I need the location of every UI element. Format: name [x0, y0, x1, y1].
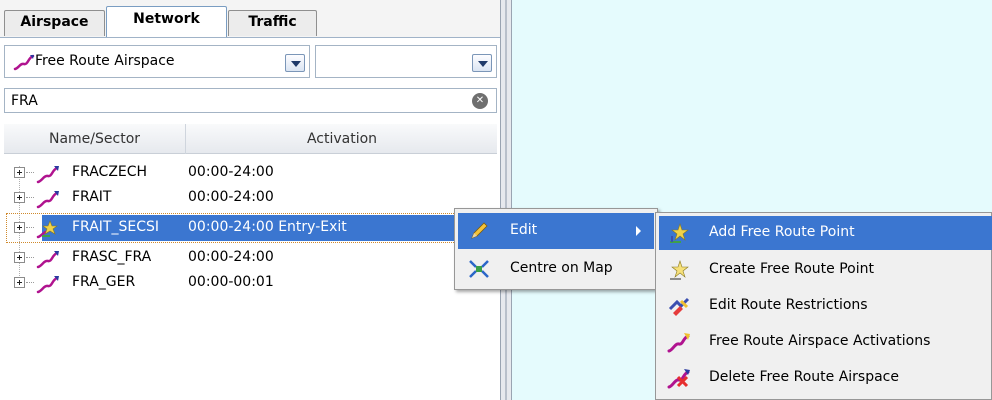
tab-strip: Airspace Network Traffic [0, 0, 502, 38]
menu-item-label: Edit [510, 222, 538, 238]
free-route-airspace-icon [36, 251, 59, 269]
menu-item-label: Edit Route Restrictions [709, 297, 868, 313]
secondary-filter-dropdown[interactable] [315, 45, 497, 78]
grid-header: Name/Sector Activation [4, 124, 497, 154]
tree-connector [26, 227, 34, 228]
expand-icon[interactable] [14, 167, 25, 178]
free-route-airspace-icon [667, 333, 690, 353]
menu-item-centre-on-map[interactable]: Centre on Map [458, 251, 654, 287]
menu-item-label: Centre on Map [510, 260, 613, 276]
row-name: FRAIT_SECSI [72, 219, 159, 235]
column-header-name[interactable]: Name/Sector [4, 124, 186, 154]
expand-icon[interactable] [14, 252, 25, 263]
row-name: FRA_GER [72, 274, 136, 290]
row-activation: 00:00-24:00 [188, 164, 274, 180]
airspace-explorer-panel: Airspace Network Traffic Free Route Airs… [0, 0, 502, 400]
free-route-airspace-icon [36, 166, 59, 184]
row-name: FRAIT [72, 189, 112, 205]
tab-traffic[interactable]: Traffic [228, 10, 317, 36]
tree-connector [26, 172, 34, 173]
menu-item-edit-route-restrictions[interactable]: Edit Route Restrictions [659, 289, 992, 323]
column-header-activation[interactable]: Activation [187, 124, 497, 154]
menu-item-edit[interactable]: Edit [458, 213, 654, 249]
menu-item-free-route-airspace-activations[interactable]: Free Route Airspace Activations [659, 325, 992, 359]
tab-strip-divider [0, 37, 502, 38]
menu-item-label: Free Route Airspace Activations [709, 333, 931, 349]
row-activation: 00:00-24:00 [188, 189, 274, 205]
tree-connector [26, 197, 34, 198]
row-activation: 00:00-24:00 Entry-Exit [188, 219, 347, 235]
search-input[interactable] [11, 91, 451, 111]
chevron-down-icon[interactable] [285, 54, 305, 72]
panel-splitter[interactable] [500, 0, 512, 400]
menu-item-label: Delete Free Route Airspace [709, 369, 899, 385]
tree-row[interactable]: FRA_GER 00:00-00:01 [14, 272, 454, 294]
expand-icon[interactable] [14, 277, 25, 288]
submenu-arrow-icon [636, 226, 641, 236]
centre-map-icon [469, 260, 489, 278]
menu-item-add-free-route-point[interactable]: Add Free Route Point [659, 216, 992, 250]
menu-item-delete-free-route-airspace[interactable]: Delete Free Route Airspace [659, 361, 992, 395]
row-activation: 00:00-00:01 [188, 274, 274, 290]
menu-item-label: Create Free Route Point [709, 261, 874, 277]
tree-row-selected[interactable]: FRAIT_SECSI 00:00-24:00 Entry-Exit [14, 217, 454, 239]
context-menu: Edit Centre on Map [454, 208, 658, 290]
airspace-type-dropdown[interactable]: Free Route Airspace [4, 45, 310, 78]
clear-search-icon[interactable]: ✕ [472, 93, 488, 109]
free-route-airspace-icon [36, 276, 59, 294]
tab-airspace[interactable]: Airspace [4, 10, 105, 36]
search-field: ✕ [4, 88, 497, 113]
create-point-icon [670, 260, 689, 280]
tree-connector [26, 257, 34, 258]
free-route-point-icon [36, 220, 58, 239]
row-name: FRACZECH [72, 164, 148, 180]
pencil-icon [471, 222, 488, 239]
menu-item-create-free-route-point[interactable]: Create Free Route Point [659, 253, 992, 287]
row-activation: 00:00-24:00 [188, 249, 274, 265]
tree-row[interactable]: FRAIT 00:00-24:00 [14, 187, 454, 209]
airspace-type-value: Free Route Airspace [35, 53, 175, 69]
edit-submenu: Add Free Route Point Create Free Route P… [655, 212, 992, 400]
menu-item-label: Add Free Route Point [709, 224, 855, 240]
tab-network[interactable]: Network [106, 6, 227, 38]
expand-icon[interactable] [14, 222, 25, 233]
chevron-down-icon[interactable] [472, 54, 492, 72]
route-restrictions-icon [668, 297, 690, 316]
tree-row[interactable]: FRACZECH 00:00-24:00 [14, 162, 454, 184]
row-name: FRASC_FRA [72, 249, 152, 265]
expand-icon[interactable] [14, 192, 25, 203]
delete-airspace-icon [667, 369, 690, 389]
tree-connector [26, 282, 34, 283]
free-route-airspace-icon [36, 191, 59, 209]
free-route-airspace-icon [13, 54, 35, 71]
add-point-icon [670, 223, 689, 243]
tree-row[interactable]: FRASC_FRA 00:00-24:00 [14, 247, 454, 269]
